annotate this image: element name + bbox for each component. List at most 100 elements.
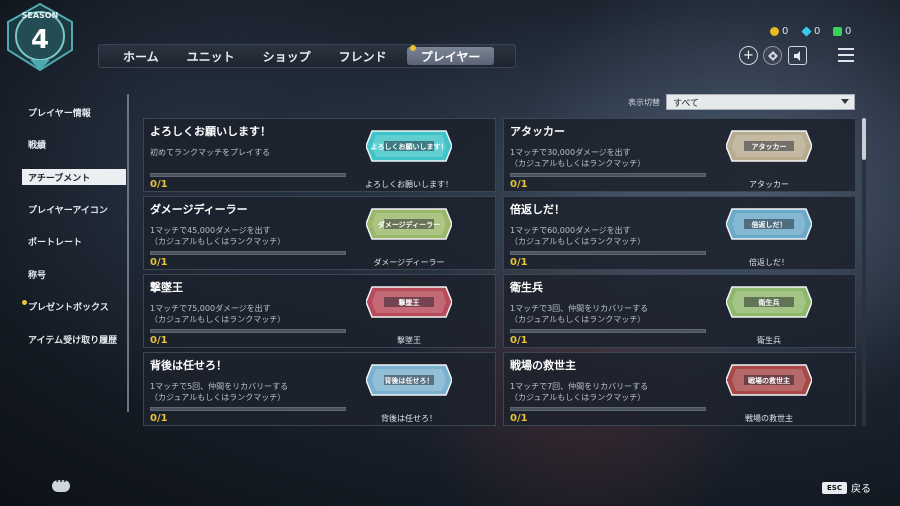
sidebar: プレイヤー情報 戦績 アチーブメント プレイヤーアイコン ポートレート 称号 プ…	[22, 96, 126, 356]
sidebar-item-title[interactable]: 称号	[22, 258, 126, 291]
tab-shop[interactable]: ショップ	[249, 45, 325, 67]
tab-label: ホーム	[123, 49, 159, 64]
sidebar-item-label: 戦績	[28, 141, 47, 152]
title-plate-icon: ダメージディーラー	[366, 208, 452, 240]
notification-dot	[409, 45, 416, 51]
hamburger-menu-icon[interactable]	[838, 48, 854, 62]
sidebar-item-achievement[interactable]: アチーブメント	[22, 169, 126, 185]
sidebar-item-present-box[interactable]: プレゼントボックス	[22, 291, 126, 324]
achievement-progress-bar	[150, 251, 346, 255]
achievement-reward-label: 戦場の救世主	[745, 414, 793, 423]
plus-icon: +	[743, 48, 754, 63]
achievement-description: 1マッチで75,000ダメージを出す （カジュアルもしくはランクマッチ）	[150, 304, 286, 324]
back-label: 戻る	[850, 484, 871, 495]
tab-player[interactable]: プレイヤー	[406, 45, 495, 65]
notice-button[interactable]	[788, 46, 807, 65]
sidebar-item-player-info[interactable]: プレイヤー情報	[22, 96, 126, 129]
back-button[interactable]: ESC 戻る	[822, 480, 871, 495]
tab-friends[interactable]: フレンド	[325, 45, 401, 67]
achievement-card[interactable]: ダメージディーラー 1マッチで45,000ダメージを出す （カジュアルもしくはラン…	[143, 196, 496, 270]
sidebar-item-label: プレイヤー情報	[28, 108, 91, 119]
sidebar-item-label: アイテム受け取り履歴	[28, 335, 118, 346]
achievement-progress: 0/1	[150, 179, 168, 190]
achievement-reward-label: 倍返しだ！	[749, 258, 789, 267]
speaker-icon	[793, 50, 800, 61]
plate-text: 倍返しだ！	[752, 220, 787, 229]
title-plate-icon: 撃墜王	[366, 286, 452, 318]
scrollbar[interactable]	[862, 118, 866, 426]
achievement-progress: 0/1	[150, 335, 168, 346]
achievement-progress-bar	[510, 407, 706, 411]
sidebar-item-record[interactable]: 戦績	[22, 129, 126, 162]
currency-cube: 0	[833, 26, 851, 37]
achievement-description: 1マッチで30,000ダメージを出す （カジュアルもしくはランクマッチ）	[510, 148, 646, 168]
achievement-reward-label: 背後は任せろ！	[381, 414, 437, 423]
title-plate-icon: 倍返しだ！	[726, 208, 812, 240]
filter-value: すべて	[673, 98, 700, 109]
achievement-reward-label: 衛生兵	[757, 336, 781, 345]
achievement-title: 背後は任せろ！	[150, 359, 227, 372]
sidebar-item-label: 称号	[28, 270, 47, 281]
tab-label: ユニット	[186, 49, 235, 64]
achievement-card[interactable]: 戦場の救世主 1マッチで7回、仲間をリカバリーする （カジュアルもしくはランクマッ…	[503, 352, 856, 426]
season-badge: SEASON 4	[7, 2, 73, 72]
achievement-card[interactable]: よろしくお願いします！ 初めてランクマッチをプレイする 0/1 よろしくお願いします！…	[143, 118, 496, 192]
achievement-card[interactable]: アタッカー 1マッチで30,000ダメージを出す （カジュアルもしくはランクマッチ…	[503, 118, 856, 192]
achievement-progress-bar	[150, 407, 346, 411]
tab-label: フレンド	[338, 49, 387, 64]
rank-button[interactable]	[763, 46, 782, 65]
sidebar-divider	[127, 94, 129, 412]
achievement-card[interactable]: 衛生兵 1マッチで3回、仲間をリカバリーする （カジュアルもしくはランクマッチ） 0…	[503, 274, 856, 348]
chevron-down-icon	[841, 99, 849, 104]
green-cube-icon	[833, 27, 842, 36]
tab-units[interactable]: ユニット	[173, 45, 249, 67]
blue-gem-icon	[801, 26, 812, 37]
achievement-progress: 0/1	[150, 413, 168, 424]
achievement-title: 倍返しだ！	[510, 203, 565, 216]
achievement-description: 1マッチで60,000ダメージを出す （カジュアルもしくはランクマッチ）	[510, 226, 646, 246]
plate-text: 撃墜王	[399, 298, 420, 307]
sidebar-item-portrait[interactable]: ポートレート	[22, 226, 126, 259]
chat-icon[interactable]	[52, 477, 70, 492]
main-nav: ホーム ユニット ショップ フレンド プレイヤー	[98, 44, 516, 68]
plate-text: ダメージディーラー	[378, 220, 440, 229]
sidebar-item-player-icon[interactable]: プレイヤーアイコン	[22, 193, 126, 226]
tab-home[interactable]: ホーム	[109, 45, 173, 67]
filter-dropdown[interactable]: すべて	[666, 94, 855, 110]
plate-text: アタッカー	[752, 142, 787, 151]
achievement-title: 撃墜王	[150, 281, 183, 294]
achievement-progress-bar	[510, 329, 706, 333]
achievement-progress: 0/1	[510, 335, 528, 346]
achievement-title: 戦場の救世主	[510, 359, 576, 372]
sidebar-item-label: プレイヤーアイコン	[28, 205, 108, 216]
plate-text: 衛生兵	[758, 298, 780, 307]
gold-coin-icon	[770, 27, 779, 36]
title-plate-icon: 戦場の救世主	[726, 364, 812, 396]
achievement-reward-label: 撃墜王	[397, 336, 421, 345]
achievement-reward-label: アタッカー	[749, 180, 789, 189]
currency-value: 0	[814, 26, 821, 37]
currency-gem: 0	[801, 26, 821, 37]
plate-text: 戦場の救世主	[748, 376, 790, 385]
sidebar-item-label: プレゼントボックス	[28, 303, 109, 314]
achievement-progress: 0/1	[510, 179, 528, 190]
achievement-card[interactable]: 撃墜王 1マッチで75,000ダメージを出す （カジュアルもしくはランクマッチ） 0…	[143, 274, 496, 348]
sidebar-item-label: アチーブメント	[28, 173, 91, 184]
achievement-card[interactable]: 背後は任せろ！ 1マッチで5回、仲間をリカバリーする （カジュアルもしくはランクマ…	[143, 352, 496, 426]
currency-value: 0	[845, 26, 852, 37]
achievement-progress-bar	[510, 173, 706, 177]
achievement-card[interactable]: 倍返しだ！ 1マッチで60,000ダメージを出す （カジュアルもしくはランクマッチ…	[503, 196, 856, 270]
title-plate-icon: 衛生兵	[726, 286, 812, 318]
sidebar-item-receive-history[interactable]: アイテム受け取り履歴	[22, 323, 126, 356]
achievement-title: アタッカー	[510, 125, 565, 138]
achievement-progress: 0/1	[510, 257, 528, 268]
achievement-description: 1マッチで45,000ダメージを出す （カジュアルもしくはランクマッチ）	[150, 226, 286, 246]
add-button[interactable]: +	[739, 46, 758, 65]
scroll-thumb[interactable]	[862, 118, 866, 160]
achievement-description: 初めてランクマッチをプレイする	[150, 148, 270, 157]
achievement-reward-label: ダメージディーラー	[373, 258, 445, 267]
achievement-description: 1マッチで5回、仲間をリカバリーする （カジュアルもしくはランクマッチ）	[150, 382, 289, 402]
achievement-grid: よろしくお願いします！ 初めてランクマッチをプレイする 0/1 よろしくお願いします！…	[143, 118, 856, 426]
plate-text: よろしくお願いします！	[371, 142, 448, 151]
currency-gold: 0	[770, 26, 788, 37]
